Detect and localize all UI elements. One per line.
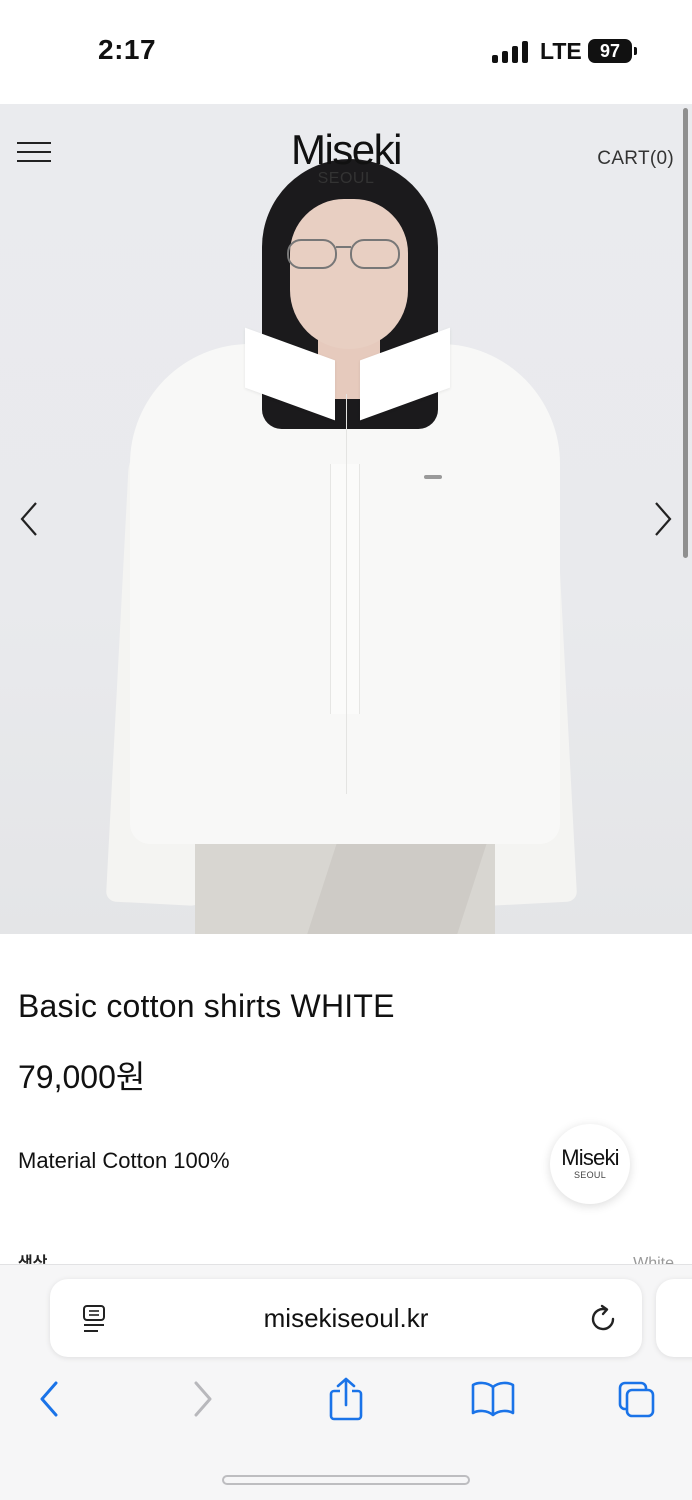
battery-icon: 97: [588, 39, 632, 63]
brand-chat-button[interactable]: Miseki SEOUL: [550, 1124, 630, 1204]
url-text[interactable]: misekiseoul.kr: [50, 1303, 642, 1334]
status-time: 2:17: [98, 34, 157, 65]
status-bar: 2:17 LTE 97: [0, 0, 692, 104]
scrollbar[interactable]: [683, 108, 688, 558]
browser-toolbar: misekiseoul.kr: [0, 1264, 692, 1500]
chevron-left-icon[interactable]: [14, 499, 48, 539]
product-image-carousel[interactable]: Miseki SEOUL CART(0): [0, 104, 692, 934]
product-title: Basic cotton shirts WHITE: [18, 988, 395, 1024]
battery-tip: [634, 47, 637, 55]
back-icon[interactable]: [30, 1377, 70, 1421]
cart-link[interactable]: CART(0): [597, 148, 674, 170]
next-tab-preview[interactable]: [656, 1279, 692, 1357]
brand-name: Miseki: [290, 126, 403, 173]
reload-icon[interactable]: [588, 1303, 620, 1335]
address-bar[interactable]: misekiseoul.kr: [50, 1279, 642, 1357]
share-icon[interactable]: [326, 1377, 366, 1421]
brand-sub: SEOUL: [317, 170, 375, 187]
forward-icon[interactable]: [182, 1377, 222, 1421]
product-material: Material Cotton 100%: [18, 1148, 230, 1173]
option-label: 색상: [18, 1255, 48, 1264]
signal-icon: [492, 41, 528, 63]
fab-brand-sub: SEOUL: [573, 1170, 606, 1180]
brand-logo[interactable]: Miseki SEOUL: [0, 126, 692, 188]
tabs-icon[interactable]: [616, 1377, 656, 1421]
chevron-right-icon[interactable]: [646, 499, 680, 539]
bookmarks-icon[interactable]: [470, 1377, 516, 1421]
option-value[interactable]: White: [633, 1252, 674, 1264]
fab-brand-name: Miseki: [561, 1145, 619, 1170]
home-indicator[interactable]: [222, 1475, 470, 1485]
network-label: LTE: [540, 38, 582, 64]
product-price: 79,000원: [18, 1059, 146, 1095]
